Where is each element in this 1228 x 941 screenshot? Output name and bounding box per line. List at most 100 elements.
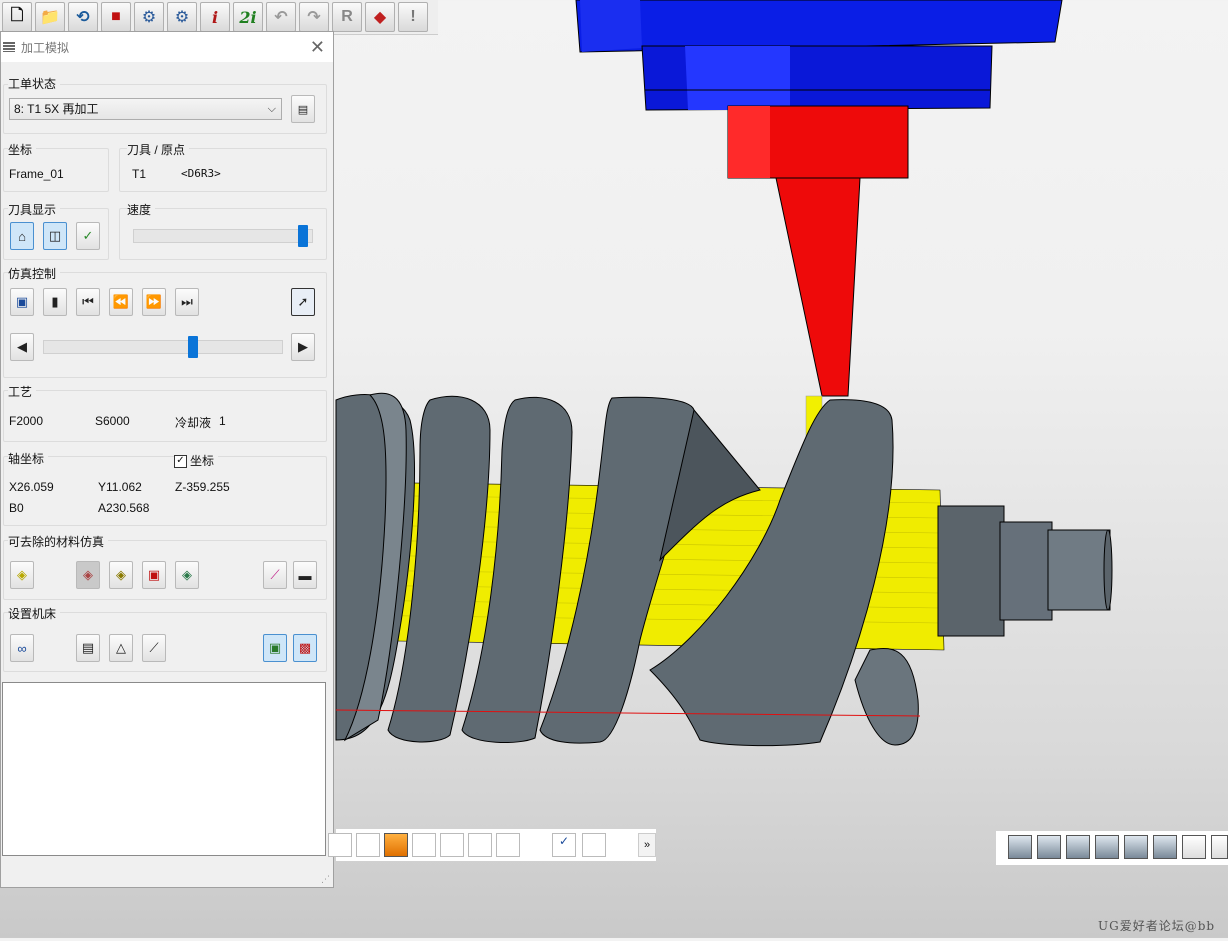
stock-add-icon[interactable]: ◈	[10, 561, 34, 589]
process-group	[3, 390, 327, 442]
view-left-icon[interactable]	[1095, 835, 1119, 859]
info-icon[interactable]: i	[200, 2, 230, 32]
stock-compare-icon[interactable]: ◈	[109, 561, 133, 589]
coord-checkbox-label: 坐标	[190, 454, 215, 468]
gear-icon[interactable]: ⚙	[134, 2, 164, 32]
view-back-icon[interactable]	[1066, 835, 1090, 859]
axis-b: B0	[9, 501, 24, 515]
machining-simulation-panel: 加工模拟 ✕ 工单状态 8: T1 5X 再加工 ⌵ ▤ 坐标 Frame_01…	[0, 31, 334, 888]
sim-run-icon[interactable]: ▣	[10, 288, 34, 316]
undo-icon[interactable]: ↶	[266, 2, 296, 32]
output-log[interactable]	[2, 682, 326, 856]
tool-holder-taper	[775, 177, 861, 397]
info-2-icon[interactable]: 2i	[233, 2, 263, 32]
resize-grip-icon[interactable]: ⋰	[321, 874, 330, 885]
skip-end-icon[interactable]: ⏭	[175, 288, 199, 316]
fast-forward-icon[interactable]: ⏩	[142, 288, 166, 316]
axis-y: Y11.062	[98, 480, 142, 494]
watermark: UG爱好者论坛@bb	[1098, 919, 1216, 933]
more-button[interactable]: »	[638, 833, 656, 857]
view-bottom-icon[interactable]	[1182, 835, 1206, 859]
machine-load-icon[interactable]: ▣	[263, 634, 287, 662]
panel-titlebar: 加工模拟 ✕	[1, 32, 333, 62]
tool-name: <D6R3>	[181, 167, 221, 180]
stock-gouge-icon[interactable]: ▣	[142, 561, 166, 589]
sim-control-label: 仿真控制	[8, 265, 61, 282]
step-cursor-icon[interactable]: ➚	[291, 288, 315, 316]
main-toolbar: 🗋 📁 ⟲ ■ ⚙ ⚙ i 2i ↶ ↷ R ◆ !	[0, 0, 438, 35]
view-axes-icon[interactable]	[440, 833, 464, 857]
shaft-step-2	[999, 521, 1053, 621]
view-reset-icon[interactable]	[1211, 835, 1228, 859]
gear-10-icon[interactable]: ⚙	[167, 2, 197, 32]
coordinate-label: 坐标	[8, 141, 37, 158]
view-plane-icon[interactable]	[468, 833, 492, 857]
machine-label: 设置机床	[8, 605, 61, 622]
view-iso-icon[interactable]	[1008, 835, 1032, 859]
step-back-button[interactable]: ◀	[10, 333, 34, 361]
close-icon[interactable]: ✕	[310, 37, 325, 58]
view-right-icon[interactable]	[1124, 835, 1148, 859]
machine-collision-icon[interactable]: ▩	[293, 634, 317, 662]
sim-progress-slider[interactable]	[43, 340, 283, 354]
tool-check-icon[interactable]: ✓	[76, 222, 100, 250]
checkbox-checked-icon[interactable]: ✓	[174, 455, 187, 469]
tool-origin-label: 刀具 / 原点	[127, 141, 190, 158]
toolpath-icon[interactable]	[582, 833, 606, 857]
coord-checkbox[interactable]: ✓ 坐标	[174, 452, 219, 469]
axis-x: X26.059	[9, 480, 54, 494]
stock-view-icon[interactable]: ◈	[76, 561, 100, 589]
view-point-icon[interactable]	[328, 833, 352, 857]
panel-title: 加工模拟	[21, 40, 70, 55]
step-forward-button[interactable]: ▶	[291, 333, 315, 361]
axis-a: A230.568	[98, 501, 150, 515]
tool-solid-icon[interactable]: ⌂	[10, 222, 34, 250]
report-icon[interactable]: ▬	[293, 561, 317, 589]
check-icon[interactable]: ✓	[552, 833, 576, 857]
sim-progress-thumb[interactable]	[187, 336, 198, 358]
stock-export-icon[interactable]: ◈	[175, 561, 199, 589]
tool-wire-icon[interactable]: ◫	[43, 222, 67, 250]
job-settings-button[interactable]: ▤	[291, 95, 315, 123]
warning-icon[interactable]: !	[398, 2, 428, 32]
screw-flights	[335, 392, 919, 747]
material-label: 可去除的材料仿真	[8, 533, 109, 550]
view-top-icon[interactable]	[1153, 835, 1177, 859]
view-section-icon[interactable]	[412, 833, 436, 857]
machine-probe-icon[interactable]: ⟋	[142, 634, 166, 662]
save-icon[interactable]: ⟲	[68, 2, 98, 32]
view-front-icon[interactable]	[1037, 835, 1061, 859]
view-surface-icon[interactable]	[384, 833, 408, 857]
new-icon[interactable]: 🗋	[2, 2, 32, 32]
view-orientation-toolbar	[996, 831, 1228, 865]
job-status-select[interactable]: 8: T1 5X 再加工 ⌵	[9, 98, 282, 120]
shaft-step-1	[937, 505, 1005, 637]
sim-tool-icon[interactable]: ▮	[43, 288, 67, 316]
gift-icon[interactable]: ■	[101, 2, 131, 32]
process-label: 工艺	[8, 383, 37, 400]
machine-axes-icon[interactable]: ∞	[10, 634, 34, 662]
machine-fixture-icon[interactable]: △	[109, 634, 133, 662]
cube-icon[interactable]: ◆	[365, 2, 395, 32]
skip-start-icon[interactable]: ⏮	[76, 288, 100, 316]
view-mesh-icon[interactable]	[496, 833, 520, 857]
job-status-value: 8: T1 5X 再加工	[14, 102, 99, 116]
tool-number: T1	[132, 167, 147, 181]
rewind-icon[interactable]: ⏪	[109, 288, 133, 316]
shaft-step-3	[1047, 529, 1111, 611]
machine-table-icon[interactable]: ▤	[76, 634, 100, 662]
job-status-label: 工单状态	[8, 75, 61, 92]
view-curve-icon[interactable]	[356, 833, 380, 857]
feed-value: F2000	[9, 414, 44, 428]
axis-z: Z-359.255	[175, 480, 230, 494]
panel-menu-icon[interactable]	[3, 42, 15, 52]
measure-icon[interactable]: ⟋	[263, 561, 287, 589]
reset-icon[interactable]: R	[332, 2, 362, 32]
speed-slider[interactable]	[133, 229, 313, 243]
coolant-label: 冷却液	[175, 416, 212, 430]
coordinate-value: Frame_01	[9, 167, 64, 181]
coolant-value: 1	[219, 414, 226, 428]
redo-icon[interactable]: ↷	[299, 2, 329, 32]
open-icon[interactable]: 📁	[35, 2, 65, 32]
speed-slider-thumb[interactable]	[297, 225, 308, 247]
